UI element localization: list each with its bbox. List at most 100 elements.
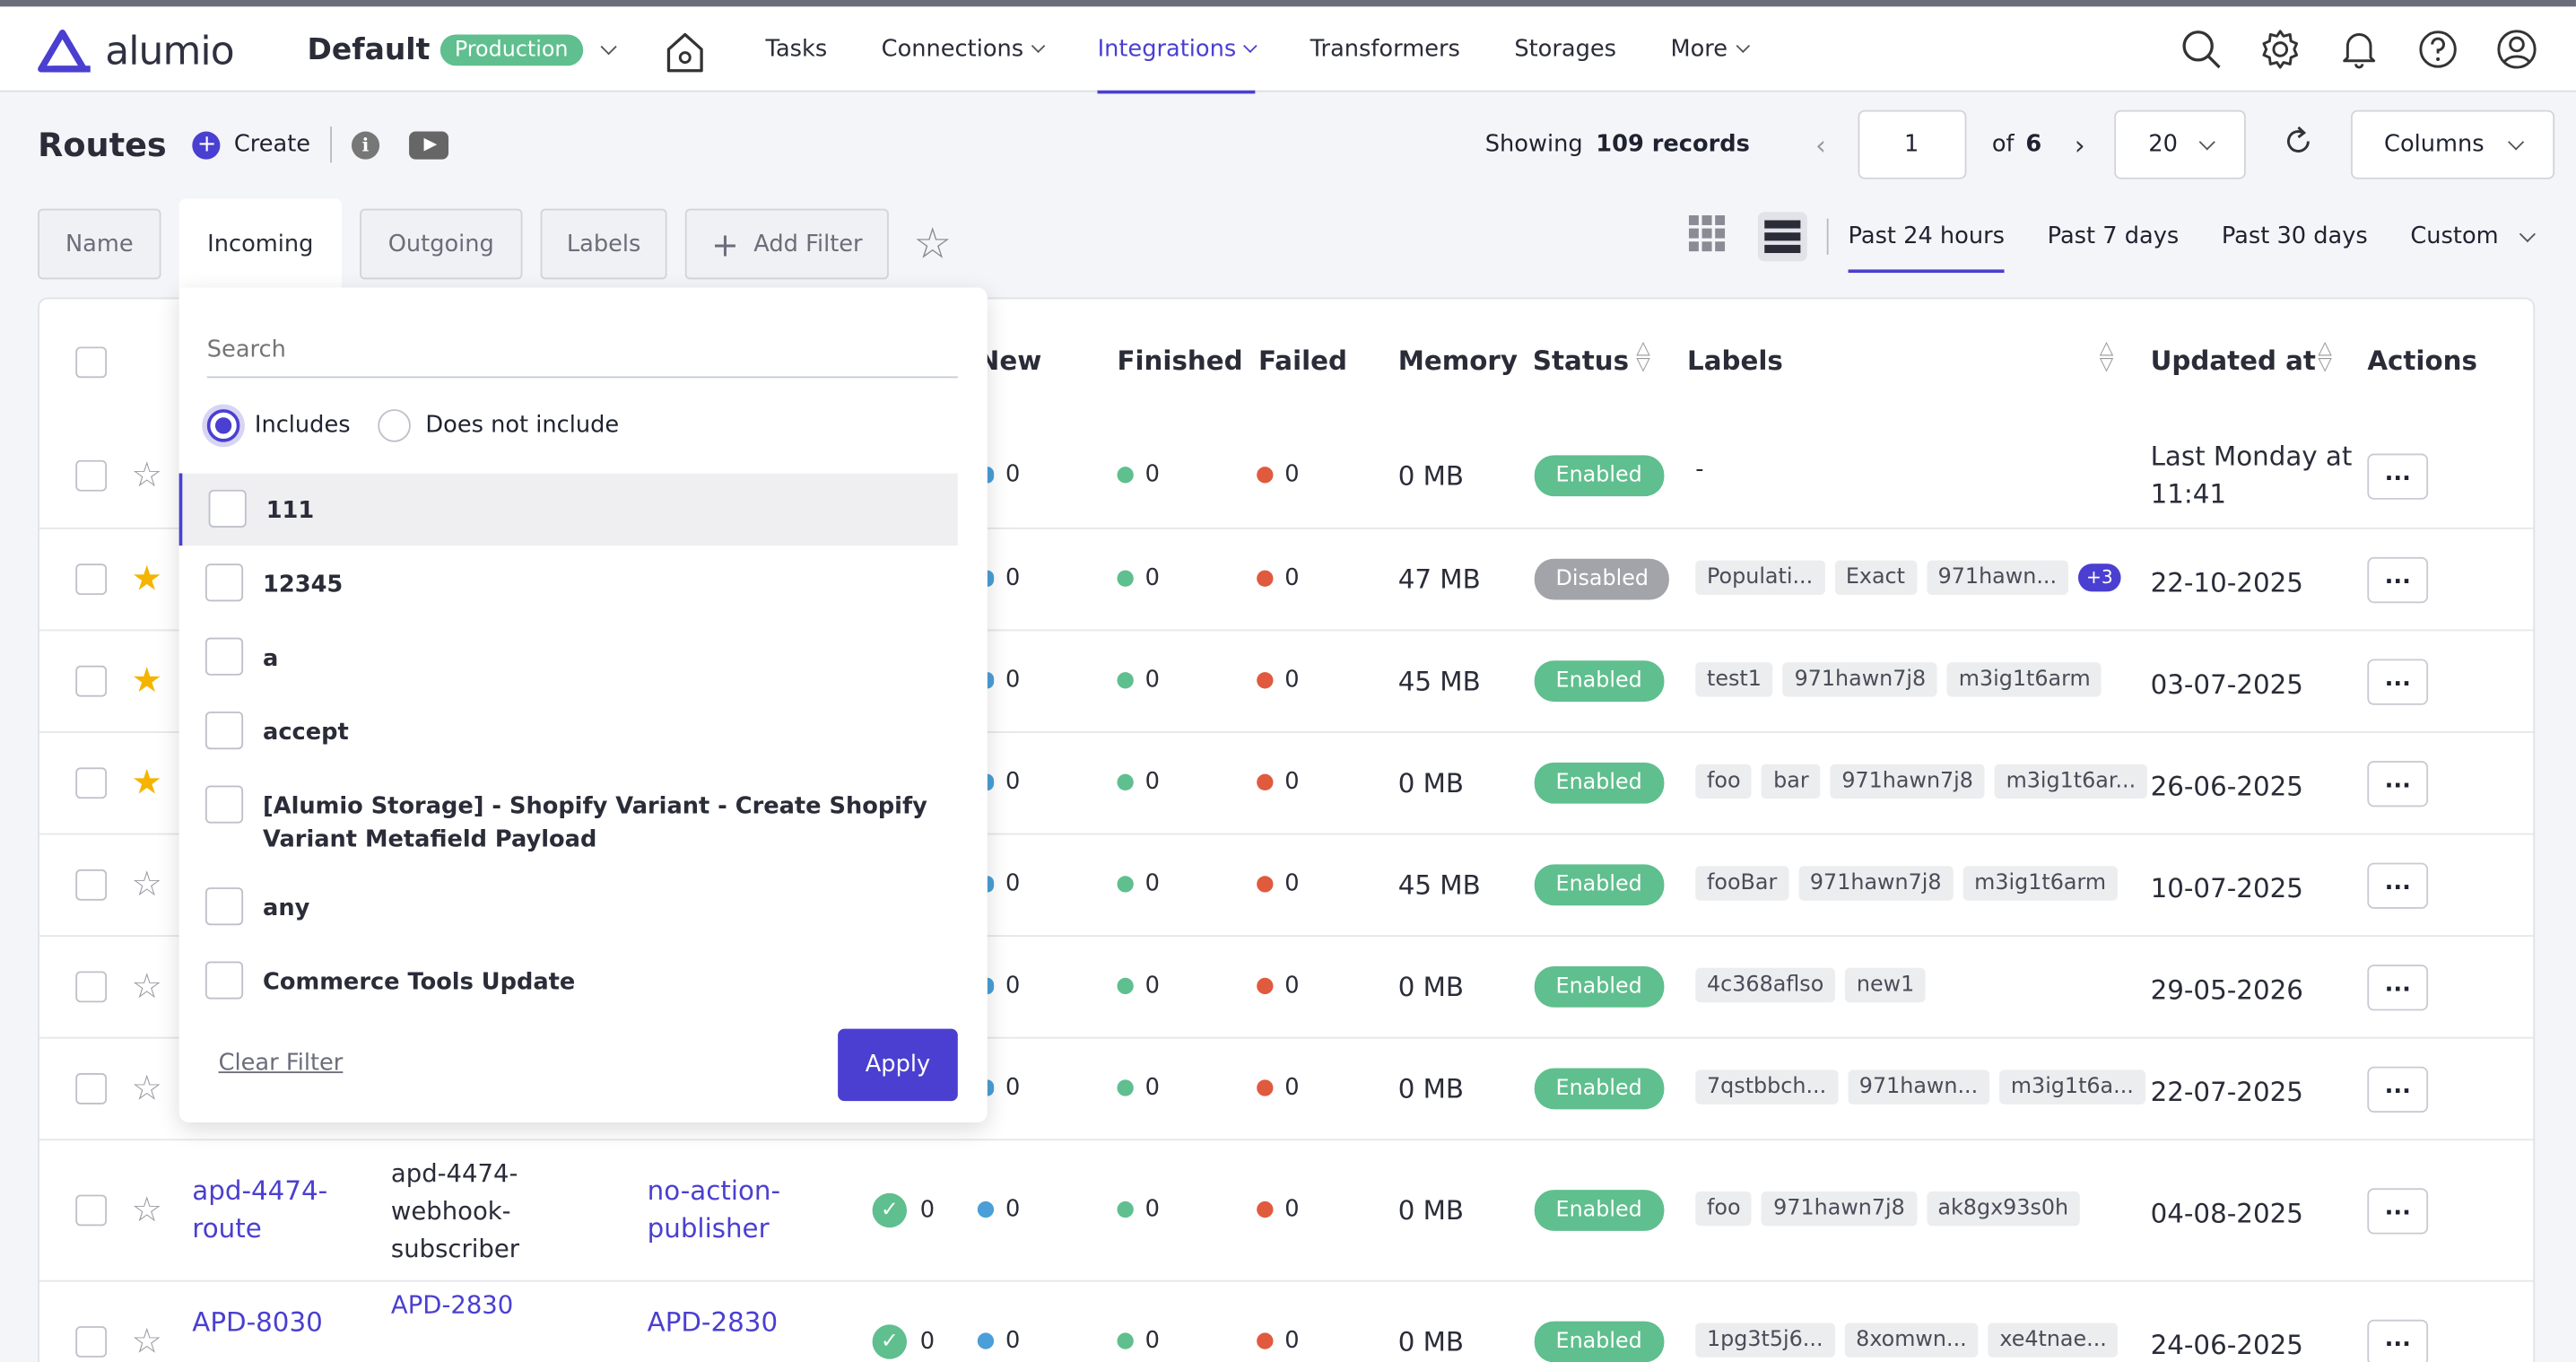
- star-outline-icon[interactable]: ☆: [132, 458, 162, 493]
- option-checkbox[interactable]: [208, 489, 247, 528]
- row-actions-button[interactable]: ...: [2367, 453, 2429, 500]
- filter-incoming[interactable]: Incoming: [178, 198, 342, 290]
- row-checkbox[interactable]: [75, 869, 108, 901]
- home-icon[interactable]: [666, 31, 705, 81]
- range-custom[interactable]: Custom: [2410, 204, 2536, 269]
- header-labels[interactable]: Labels: [1687, 345, 1783, 377]
- info-icon[interactable]: i: [351, 130, 380, 159]
- row-checkbox[interactable]: [75, 563, 108, 596]
- next-page-icon[interactable]: ›: [2075, 129, 2085, 161]
- filter-option[interactable]: Commerce Tools Update: [179, 945, 958, 1017]
- star-outline-icon[interactable]: ☆: [132, 1323, 162, 1358]
- filter-outgoing[interactable]: Outgoing: [360, 208, 523, 280]
- star-outline-icon[interactable]: ☆: [132, 1192, 162, 1227]
- option-checkbox[interactable]: [205, 563, 244, 602]
- range-past-24-hours[interactable]: Past 24 hours: [1848, 204, 2006, 274]
- nav-tasks[interactable]: Tasks: [766, 6, 828, 92]
- select-all-checkbox[interactable]: [75, 346, 108, 379]
- filter-name[interactable]: Name: [38, 208, 161, 280]
- range-past-30-days[interactable]: Past 30 days: [2222, 204, 2368, 269]
- filter-labels[interactable]: Labels: [540, 208, 667, 280]
- row-checkbox[interactable]: [75, 1194, 108, 1227]
- user-icon[interactable]: [2493, 26, 2539, 72]
- star-filled-icon[interactable]: ★: [132, 561, 162, 596]
- row-checkbox[interactable]: [75, 459, 108, 492]
- list-view-icon[interactable]: [1757, 212, 1807, 262]
- create-button[interactable]: + Create: [193, 130, 310, 159]
- header-finished[interactable]: Finished: [1117, 345, 1242, 377]
- nav-integrations[interactable]: Integrations: [1097, 6, 1258, 94]
- filter-option[interactable]: [Alumio Storage] - Shopify Variant - Cre…: [179, 769, 958, 868]
- video-icon[interactable]: [408, 130, 448, 159]
- filter-option[interactable]: accept: [179, 695, 958, 768]
- row-actions-button[interactable]: ...: [2367, 862, 2429, 909]
- gear-icon[interactable]: [2258, 26, 2303, 72]
- row-actions-button[interactable]: ...: [2367, 1066, 2429, 1113]
- refresh-icon[interactable]: [2282, 125, 2315, 164]
- sort-icon[interactable]: △ ▽: [2318, 338, 2332, 373]
- star-outline-icon[interactable]: ☆: [132, 867, 162, 902]
- incoming-value[interactable]: APD-2830: [391, 1287, 555, 1324]
- bell-icon[interactable]: [2337, 26, 2382, 72]
- per-page-select[interactable]: 20: [2114, 109, 2247, 179]
- page-input[interactable]: 1: [1857, 109, 1966, 179]
- filter-option[interactable]: 111: [178, 473, 958, 546]
- option-checkbox[interactable]: [205, 887, 244, 926]
- nav-storages[interactable]: Storages: [1514, 6, 1616, 92]
- row-checkbox[interactable]: [75, 665, 108, 697]
- add-filter-button[interactable]: + Add Filter: [684, 208, 889, 280]
- star-outline-icon[interactable]: ☆: [913, 220, 952, 269]
- sort-icon[interactable]: △ ▽: [1636, 338, 1650, 373]
- header-updated-at[interactable]: Updated at: [2151, 345, 2316, 377]
- table-row[interactable]: ☆ APD-8030 APD-2830 APD-2830 ✓ 0 0 0 0 0 MB Enable…: [39, 1282, 2533, 1362]
- row-actions-button[interactable]: ...: [2367, 965, 2429, 1011]
- route-name-link[interactable]: apd-4474-route: [192, 1172, 356, 1247]
- nav-transformers[interactable]: Transformers: [1310, 6, 1460, 92]
- nav-connections[interactable]: Connections: [882, 6, 1046, 92]
- row-checkbox[interactable]: [75, 971, 108, 1003]
- row-actions-button[interactable]: ...: [2367, 659, 2429, 705]
- columns-button[interactable]: Columns: [2351, 109, 2555, 179]
- grid-view-icon[interactable]: [1688, 214, 1726, 258]
- outgoing-link[interactable]: no-action-publisher: [648, 1172, 828, 1247]
- incoming-value[interactable]: apd-4474-webhook-subscriber: [391, 1156, 555, 1269]
- outgoing-link[interactable]: APD-2830: [648, 1303, 828, 1340]
- search-icon[interactable]: [2179, 26, 2224, 72]
- does-not-include-radio[interactable]: Does not include: [378, 409, 619, 442]
- row-actions-button[interactable]: ...: [2367, 556, 2429, 604]
- help-icon[interactable]: [2415, 26, 2460, 72]
- clear-filter-link[interactable]: Clear Filter: [219, 1050, 344, 1076]
- range-past-7-days[interactable]: Past 7 days: [2048, 204, 2180, 269]
- alumio-logo[interactable]: alumio: [36, 28, 235, 74]
- option-checkbox[interactable]: [205, 637, 244, 676]
- filter-option[interactable]: a: [179, 621, 958, 694]
- option-checkbox[interactable]: [205, 785, 244, 824]
- row-checkbox[interactable]: [75, 1073, 108, 1104]
- header-failed[interactable]: Failed: [1258, 345, 1347, 377]
- more-labels-badge[interactable]: +3: [2077, 563, 2121, 592]
- row-actions-button[interactable]: ...: [2367, 1188, 2429, 1235]
- prev-page-icon[interactable]: ‹: [1815, 129, 1826, 161]
- star-filled-icon[interactable]: ★: [132, 663, 162, 698]
- header-status[interactable]: Status: [1533, 345, 1629, 377]
- option-checkbox[interactable]: [205, 712, 244, 750]
- row-actions-button[interactable]: ...: [2367, 1319, 2429, 1362]
- table-row[interactable]: ☆ apd-4474-route apd-4474-webhook-subscrib…: [39, 1140, 2534, 1282]
- filter-search-input[interactable]: [206, 333, 958, 379]
- filter-option[interactable]: any: [179, 871, 958, 944]
- header-memory[interactable]: Memory: [1398, 345, 1518, 377]
- apply-button[interactable]: Apply: [838, 1028, 958, 1102]
- row-checkbox[interactable]: [75, 1326, 108, 1358]
- star-filled-icon[interactable]: ★: [132, 765, 162, 800]
- sort-icon[interactable]: △ ▽: [2100, 338, 2114, 373]
- filter-option[interactable]: 12345: [179, 547, 958, 620]
- row-actions-button[interactable]: ...: [2367, 761, 2429, 808]
- option-checkbox[interactable]: [205, 961, 244, 1000]
- row-checkbox[interactable]: [75, 767, 108, 799]
- star-outline-icon[interactable]: ☆: [132, 969, 162, 1004]
- route-name-link[interactable]: APD-8030: [192, 1303, 356, 1340]
- nav-more[interactable]: More: [1670, 6, 1750, 92]
- star-outline-icon[interactable]: ☆: [132, 1070, 162, 1105]
- environment-switcher[interactable]: Default Production: [308, 33, 617, 67]
- includes-radio[interactable]: Includes: [206, 409, 351, 442]
